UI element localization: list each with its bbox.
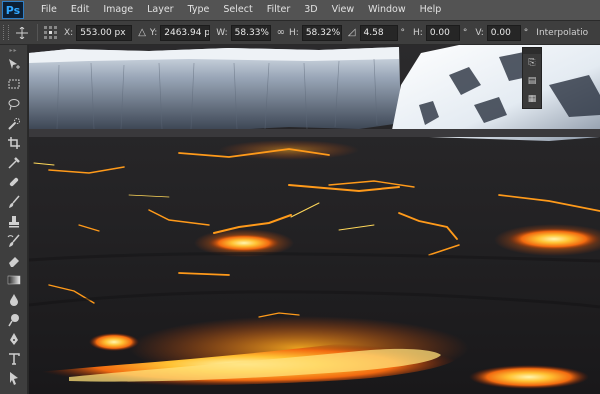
x-field[interactable]: 553.00 px	[76, 24, 133, 41]
lava-landscape-image	[29, 45, 600, 394]
link-icon[interactable]: ∞	[277, 27, 285, 38]
rotate-field[interactable]: 4.58	[359, 24, 398, 41]
options-bar-grip[interactable]	[3, 25, 9, 40]
menu-select[interactable]: Select	[216, 0, 259, 20]
photoshop-logo: Ps	[2, 1, 24, 19]
menu-edit[interactable]: Edit	[64, 0, 96, 20]
rotate-icon: ◿	[347, 27, 356, 38]
relative-position-icon[interactable]: △	[138, 27, 146, 38]
menu-3d[interactable]: 3D	[297, 0, 324, 20]
options-bar: X: 553.00 px △ Y: 2463.94 p W: 58.33% ∞ …	[0, 20, 600, 45]
menu-filter[interactable]: Filter	[260, 0, 298, 20]
marquee-tool-icon[interactable]	[0, 75, 28, 95]
vertical-skew-label: V:	[475, 27, 484, 38]
tool-preset-picker[interactable]	[13, 25, 31, 41]
move-preset-icon	[16, 26, 28, 39]
menu-layer[interactable]: Layer	[140, 0, 181, 20]
spot-healing-tool-icon[interactable]	[0, 173, 28, 193]
clone-stamp-tool-icon[interactable]	[0, 212, 28, 232]
pen-tool-icon[interactable]	[0, 329, 28, 349]
y-field[interactable]: 2463.94 p	[160, 24, 211, 41]
history-brush-tool-icon[interactable]	[0, 231, 28, 251]
h-label: H:	[289, 27, 299, 38]
reference-point-icon[interactable]	[44, 25, 58, 40]
move-tool-icon[interactable]	[0, 55, 28, 75]
width-field[interactable]: 58.33%	[230, 24, 271, 41]
vertical-skew-field[interactable]: 0.00	[486, 24, 521, 41]
horizontal-skew-label: H:	[413, 27, 423, 38]
document-canvas[interactable]	[29, 45, 600, 394]
type-tool-icon[interactable]	[0, 349, 28, 369]
tools-panel: ▸▸	[0, 45, 28, 394]
properties-panel-icon[interactable]: ▤	[523, 72, 541, 90]
crop-tool-icon[interactable]	[0, 133, 28, 153]
dodge-tool-icon[interactable]	[0, 310, 28, 330]
menu-image[interactable]: Image	[96, 0, 140, 20]
lasso-tool-icon[interactable]	[0, 94, 28, 114]
layers-panel-icon[interactable]: ▦	[523, 90, 541, 108]
history-panel-icon[interactable]: ⎘	[523, 54, 541, 72]
menu-bar: Ps File Edit Image Layer Type Select Fil…	[0, 0, 600, 20]
height-field[interactable]: 58.32%	[301, 24, 342, 41]
path-selection-tool-icon[interactable]	[0, 369, 28, 389]
horizontal-skew-unit: °	[462, 27, 468, 38]
blur-tool-icon[interactable]	[0, 290, 28, 310]
separator	[37, 24, 38, 41]
rotate-unit: °	[400, 27, 406, 38]
x-label: X:	[64, 27, 74, 38]
y-label: Y:	[149, 27, 158, 38]
menu-window[interactable]: Window	[361, 0, 412, 20]
brush-tool-icon[interactable]	[0, 192, 28, 212]
gradient-tool-icon[interactable]	[0, 271, 28, 291]
tools-panel-grip[interactable]: ▸▸	[0, 45, 27, 55]
menu-view[interactable]: View	[325, 0, 362, 20]
menu-help[interactable]: Help	[413, 0, 449, 20]
menu-type[interactable]: Type	[181, 0, 217, 20]
eyedropper-tool-icon[interactable]	[0, 153, 28, 173]
vertical-skew-unit: °	[523, 27, 529, 38]
w-label: W:	[216, 27, 228, 38]
horizontal-skew-field[interactable]: 0.00	[425, 24, 460, 41]
interpolation-label[interactable]: Interpolatio	[536, 28, 588, 38]
quick-selection-tool-icon[interactable]	[0, 114, 28, 134]
eraser-tool-icon[interactable]	[0, 251, 28, 271]
floating-panel-dock: ⎘ ▤ ▦	[522, 47, 542, 109]
menu-file[interactable]: File	[34, 0, 64, 20]
